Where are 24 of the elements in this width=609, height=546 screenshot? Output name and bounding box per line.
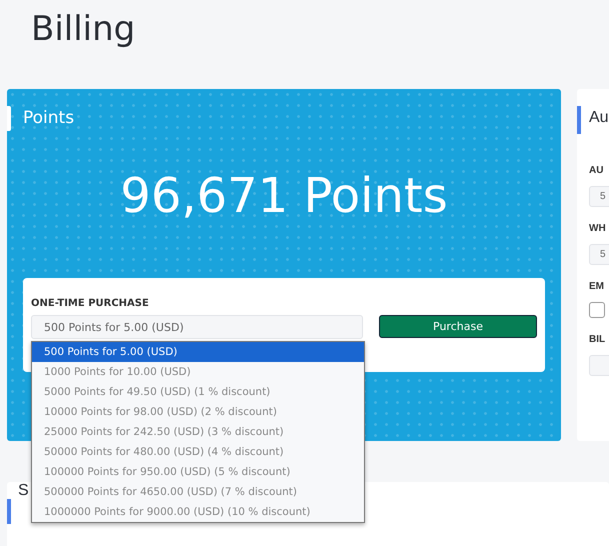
checkbox[interactable]: [589, 302, 605, 318]
dropdown-option[interactable]: 1000 Points for 10.00 (USD): [32, 362, 364, 382]
points-balance: 96,671 Points: [119, 168, 449, 226]
field-label: EM: [589, 281, 605, 292]
field-label: AU: [589, 165, 604, 176]
page-title: Billing: [30, 8, 136, 51]
card-title: S: [18, 482, 29, 500]
dropdown-option[interactable]: 500000 Points for 4650.00 (USD) (7 % discount): [32, 482, 364, 502]
dropdown-option[interactable]: 1000000 Points for 9000.00 (USD) (10 % discount): [32, 502, 364, 522]
dropdown-option[interactable]: 25000 Points for 242.50 (USD) (3 % discount): [32, 422, 364, 442]
dropdown-option[interactable]: 5000 Points for 49.50 (USD) (1 % discount): [32, 382, 364, 402]
select-field[interactable]: 5: [589, 186, 609, 207]
dropdown-option[interactable]: 50000 Points for 480.00 (USD) (4 % discount): [32, 442, 364, 462]
field-label: ONE-TIME PURCHASE: [31, 298, 150, 309]
dropdown-option[interactable]: 100000 Points for 950.00 (USD) (5 % discount): [32, 462, 364, 482]
card-title: Points: [22, 107, 76, 128]
dropdown-option[interactable]: 10000 Points for 98.00 (USD) (2 % discount): [32, 402, 364, 422]
dropdown-option[interactable]: 500 Points for 5.00 (USD): [32, 342, 364, 362]
field-label: WH: [589, 223, 607, 234]
purchase-button[interactable]: Purchase: [379, 315, 537, 338]
field-label: BIL: [589, 334, 606, 345]
package-select[interactable]: 500 Points for 5.00 (USD): [31, 315, 363, 339]
card-title: Au: [589, 108, 609, 128]
select-field[interactable]: 5: [589, 244, 609, 265]
